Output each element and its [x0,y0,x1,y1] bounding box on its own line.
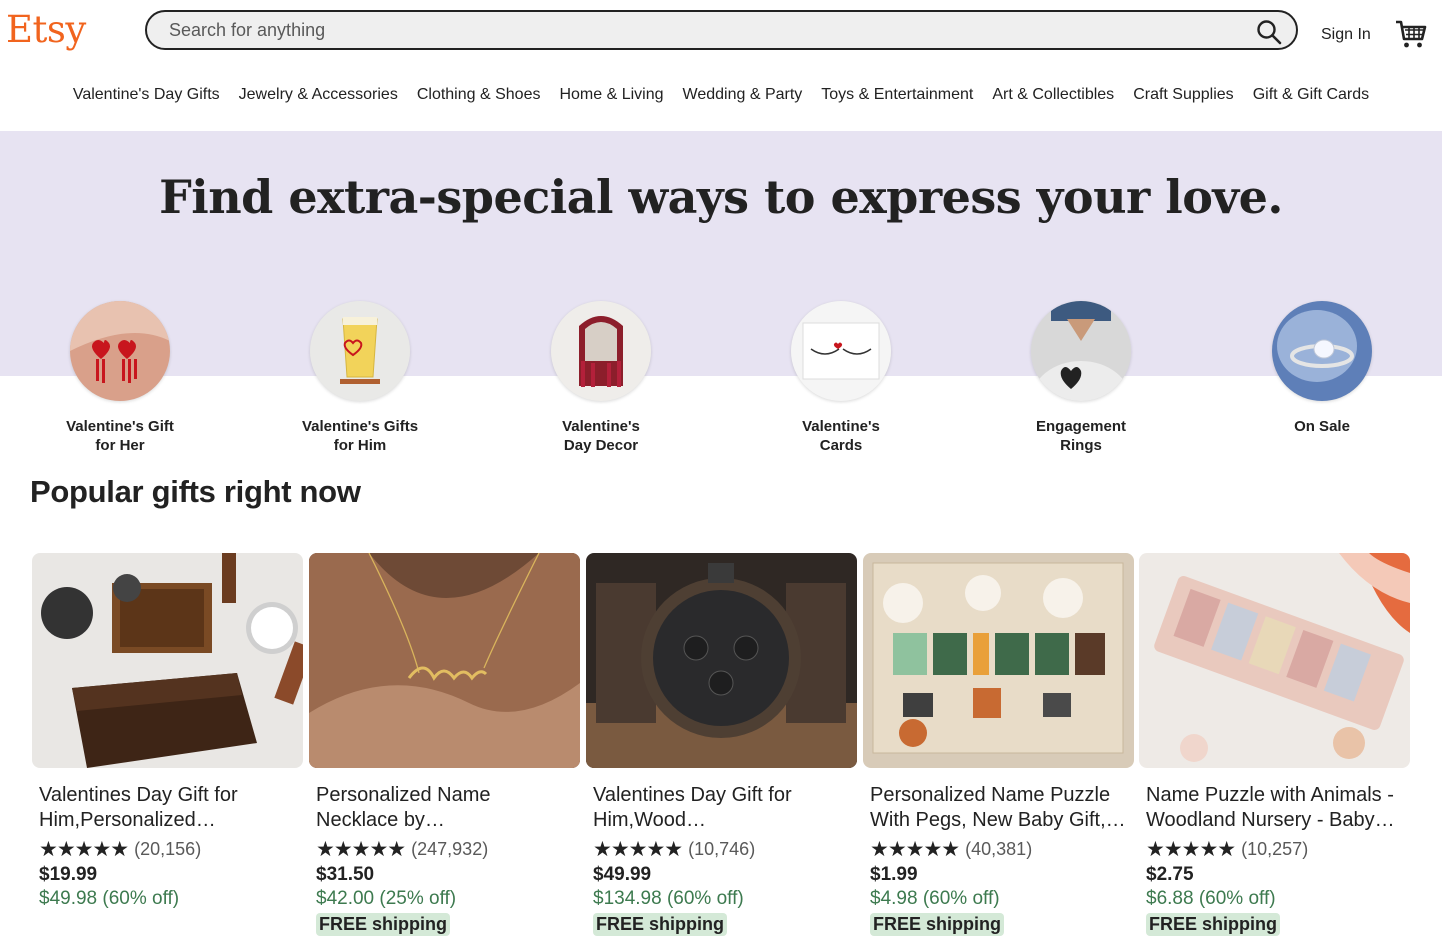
category-image [791,301,891,401]
star-rating-icon: ★★★★★ [39,837,129,861]
category-image [1031,301,1131,401]
review-count: (247,932) [411,838,489,859]
original-price: $6.88 (60% off) [1146,888,1276,909]
nav-jewelry-accessories[interactable]: Jewelry & Accessories [229,86,407,104]
original-price: $49.98 (60% off) [39,888,180,909]
product-rating: ★★★★★ (40,381) [870,837,1134,861]
category-label: Engagement Rings [1035,418,1126,454]
product-title[interactable]: Valentines Day Gift for Him,Wood… [593,783,855,833]
product-price: $49.99 [593,864,652,885]
original-price: $4.98 (60% off) [870,888,1000,909]
product-price: $31.50 [316,864,375,885]
category-valentines-day-decor[interactable]: Valentine's Day Decor [516,301,686,455]
category-label: Valentine's Gift for Her [66,418,174,454]
category-label: Valentine's Cards [802,418,880,454]
review-count: (40,381) [965,838,1033,859]
category-image [310,301,410,401]
category-image [551,301,651,401]
nav-wedding-party[interactable]: Wedding & Party [673,86,812,104]
product-card[interactable]: Valentines Day Gift for Him,Personalized… [32,553,303,910]
product-title[interactable]: Personalized Name Puzzle With Pegs, New … [870,783,1132,833]
search-bar [145,10,1298,50]
category-image [1272,301,1372,401]
product-card[interactable]: Personalized Name Necklace by… ★★★★★ (24… [309,553,580,936]
nav-craft-supplies[interactable]: Craft Supplies [1124,86,1244,104]
review-count: (10,257) [1241,838,1309,859]
product-rating: ★★★★★ (247,932) [316,837,580,861]
free-shipping-badge: FREE shipping [593,913,727,936]
star-rating-icon: ★★★★★ [870,837,960,861]
product-rating: ★★★★★ (20,156) [39,837,303,861]
nav-clothing-shoes[interactable]: Clothing & Shoes [407,86,550,104]
cart-icon[interactable] [1395,18,1427,50]
review-count: (20,156) [134,838,202,859]
review-count: (10,746) [688,838,756,859]
original-price: $134.98 (60% off) [593,888,744,909]
free-shipping-badge: FREE shipping [1146,913,1280,936]
product-card[interactable]: Personalized Name Puzzle With Pegs, New … [863,553,1134,936]
free-shipping-badge: FREE shipping [870,913,1004,936]
star-rating-icon: ★★★★★ [1146,837,1236,861]
nav-toys-entertainment[interactable]: Toys & Entertainment [812,86,983,104]
product-price: $19.99 [39,864,98,885]
hero-banner [0,131,1442,376]
product-rating: ★★★★★ (10,257) [1146,837,1410,861]
category-label: Valentine's Day Decor [562,418,640,454]
product-card[interactable]: Valentines Day Gift for Him,Wood… ★★★★★ … [586,553,857,936]
star-rating-icon: ★★★★★ [316,837,406,861]
product-price: $1.99 [870,864,918,885]
sign-in-link[interactable]: Sign In [1321,26,1371,44]
category-engagement-rings[interactable]: Engagement Rings [996,301,1166,455]
free-shipping-badge: FREE shipping [316,913,450,936]
category-valentines-gift-her[interactable]: Valentine's Gift for Her [35,301,205,455]
product-image[interactable] [309,553,580,768]
product-image[interactable] [1139,553,1410,768]
nav-home-living[interactable]: Home & Living [550,86,673,104]
product-image[interactable] [586,553,857,768]
category-valentines-gifts-him[interactable]: Valentine's Gifts for Him [275,301,445,455]
product-card[interactable]: Name Puzzle with Animals - Woodland Nurs… [1139,553,1410,936]
product-title[interactable]: Name Puzzle with Animals - Woodland Nurs… [1146,783,1408,833]
product-title[interactable]: Personalized Name Necklace by… [316,783,578,833]
product-rating: ★★★★★ (10,746) [593,837,857,861]
product-image[interactable] [863,553,1134,768]
category-on-sale[interactable]: On Sale [1237,301,1407,436]
product-price: $2.75 [1146,864,1194,885]
category-label: Valentine's Gifts for Him [301,418,419,454]
category-nav: Valentine's Day Gifts Jewelry & Accessor… [0,86,1442,104]
nav-art-collectibles[interactable]: Art & Collectibles [983,86,1124,104]
category-valentines-cards[interactable]: Valentine's Cards [756,301,926,455]
category-image [70,301,170,401]
search-icon[interactable] [1256,19,1282,45]
nav-valentines-day-gifts[interactable]: Valentine's Day Gifts [63,86,229,104]
section-title: Popular gifts right now [30,474,361,509]
product-title[interactable]: Valentines Day Gift for Him,Personalized… [39,783,301,833]
product-image[interactable] [32,553,303,768]
category-label: On Sale [1294,418,1350,435]
nav-gift-cards[interactable]: Gift & Gift Cards [1243,86,1378,104]
search-input[interactable] [169,19,1229,41]
hero-title: Find extra-special ways to express your … [159,170,1283,224]
star-rating-icon: ★★★★★ [593,837,683,861]
original-price: $42.00 (25% off) [316,888,457,909]
etsy-logo[interactable]: Etsy [6,8,86,51]
